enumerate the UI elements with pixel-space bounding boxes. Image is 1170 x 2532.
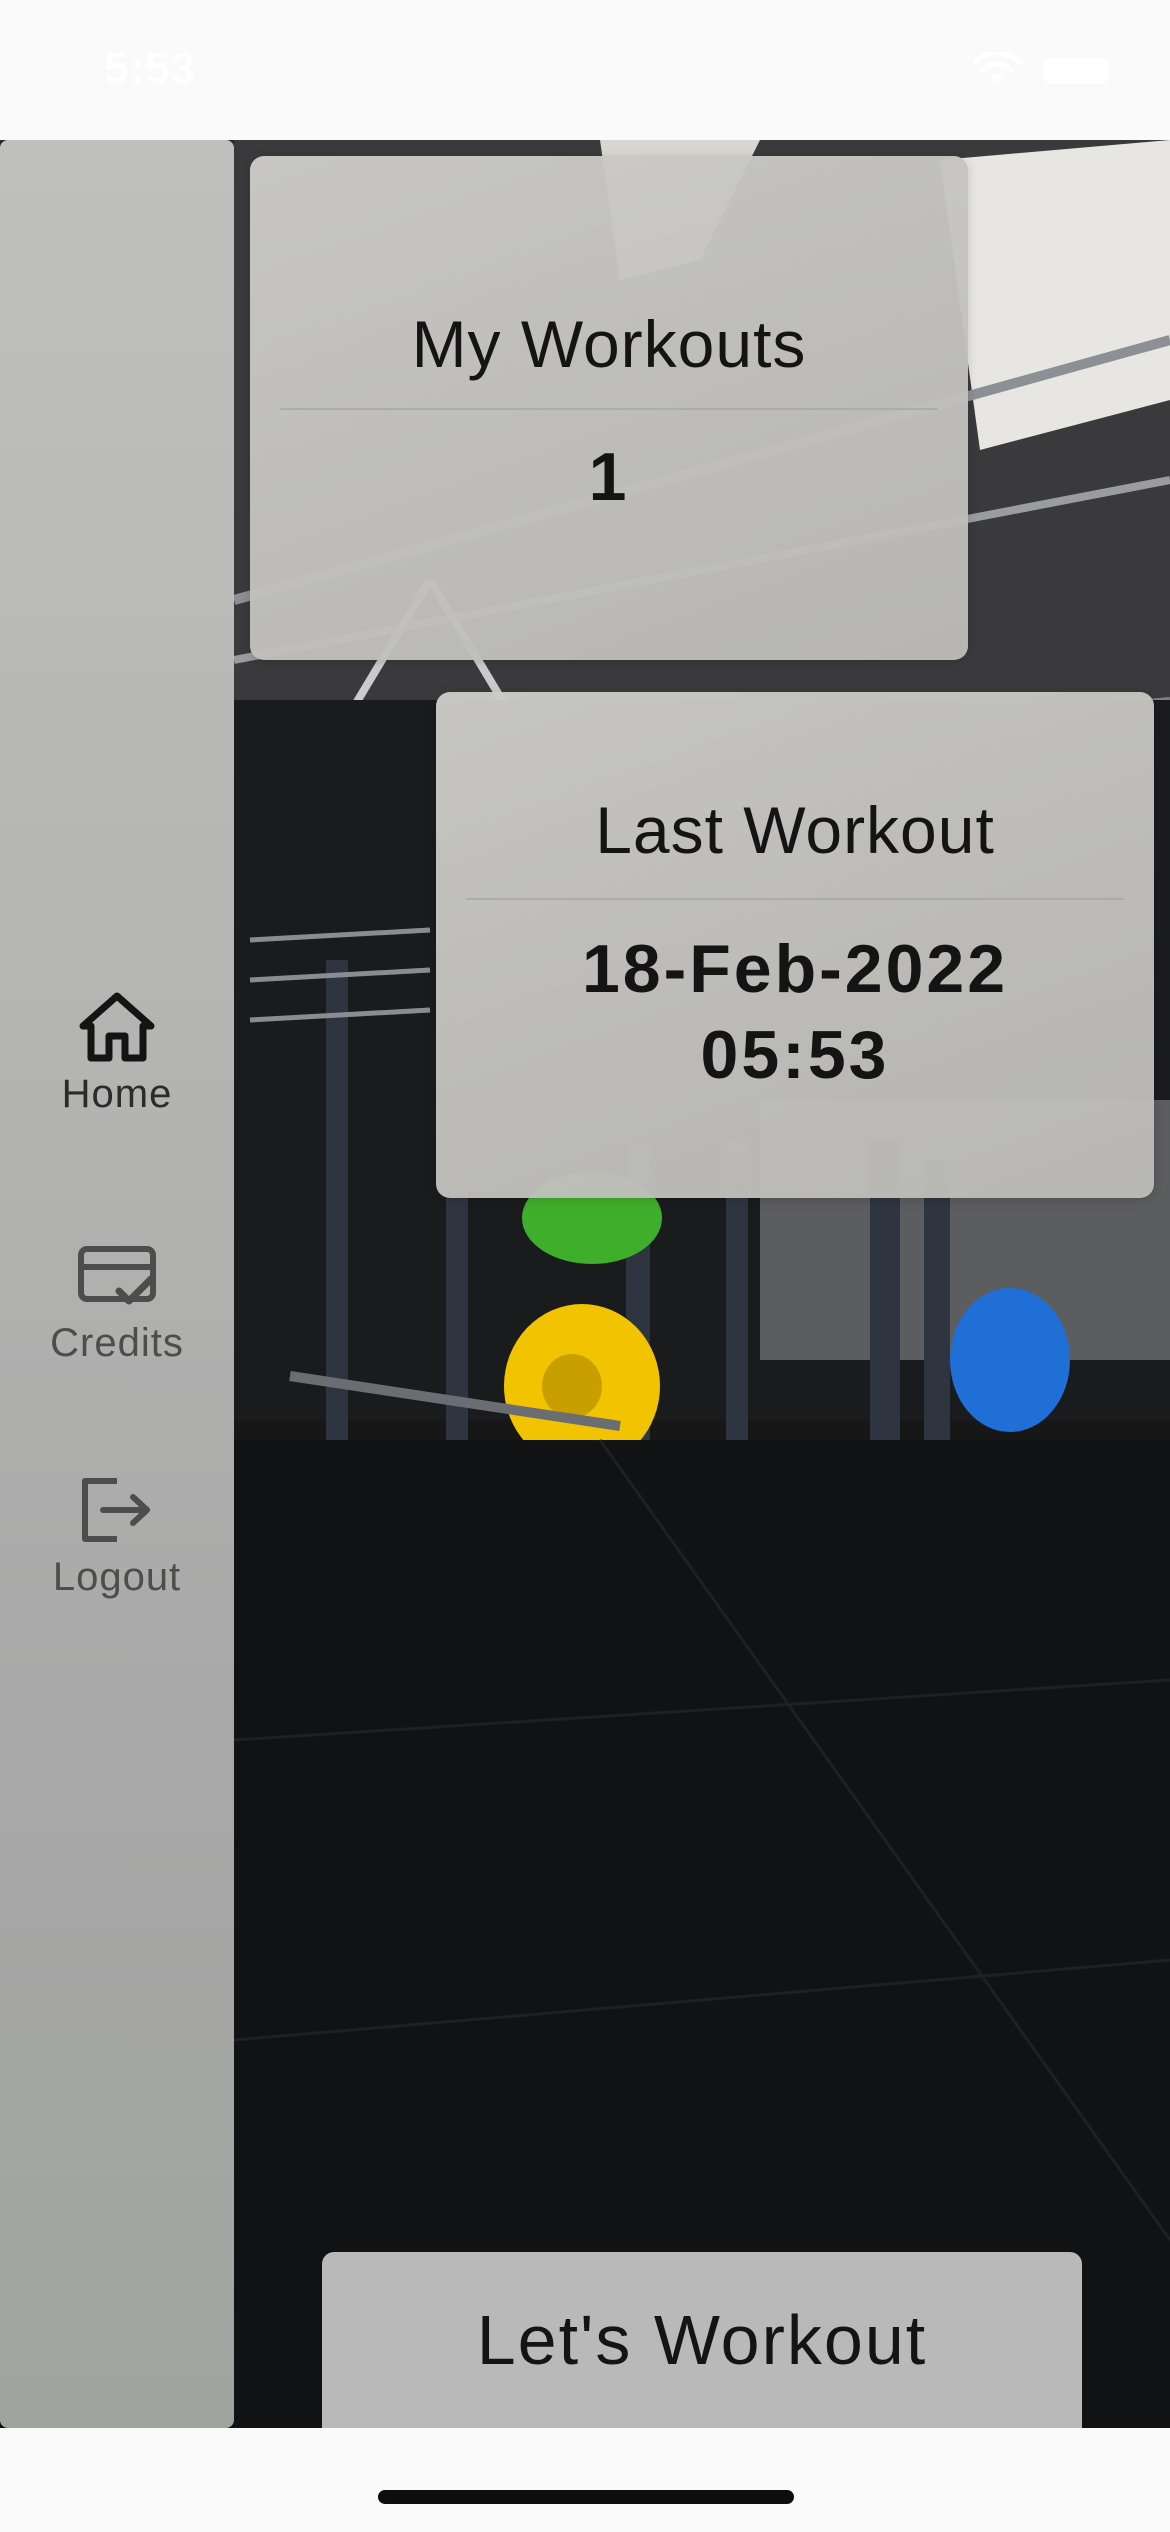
card-divider [280, 408, 938, 410]
last-workout-time: 05:53 [700, 1017, 890, 1093]
home-indicator[interactable] [378, 2490, 794, 2504]
side-nav-drawer: Home Credits Logout [0, 140, 234, 2428]
bottom-safe-area [0, 2428, 1170, 2532]
card-title: My Workouts [411, 307, 807, 381]
nav-item-label: Logout [52, 1555, 182, 1599]
nav-item-logout[interactable]: Logout [0, 1475, 234, 1600]
credit-card-check-icon [78, 1246, 156, 1305]
status-time: 5:53 [104, 44, 197, 93]
lets-workout-button[interactable]: Let's Workout [322, 2252, 1082, 2428]
card-title: Last Workout [595, 793, 995, 867]
battery-icon [1044, 58, 1108, 84]
workout-count: 1 [588, 439, 630, 515]
card-divider [466, 898, 1124, 900]
status-bar: 5:53 [0, 0, 1170, 140]
last-workout-date: 18-Feb-2022 [581, 931, 1009, 1007]
nav-item-label: Home [61, 1072, 173, 1116]
home-icon [79, 992, 155, 1062]
wifi-icon [972, 52, 1022, 84]
logout-icon [82, 1478, 150, 1542]
app-screen: 5:53 Home Credits Logout My Workouts 1 L… [0, 0, 1170, 2532]
nav-item-credits[interactable]: Credits [0, 1245, 234, 1366]
nav-item-home[interactable]: Home [0, 990, 234, 1117]
nav-item-label: Credits [50, 1321, 184, 1365]
last-workout-card[interactable]: Last Workout 18-Feb-2022 05:53 [436, 692, 1154, 1198]
my-workouts-card[interactable]: My Workouts 1 [250, 156, 968, 660]
